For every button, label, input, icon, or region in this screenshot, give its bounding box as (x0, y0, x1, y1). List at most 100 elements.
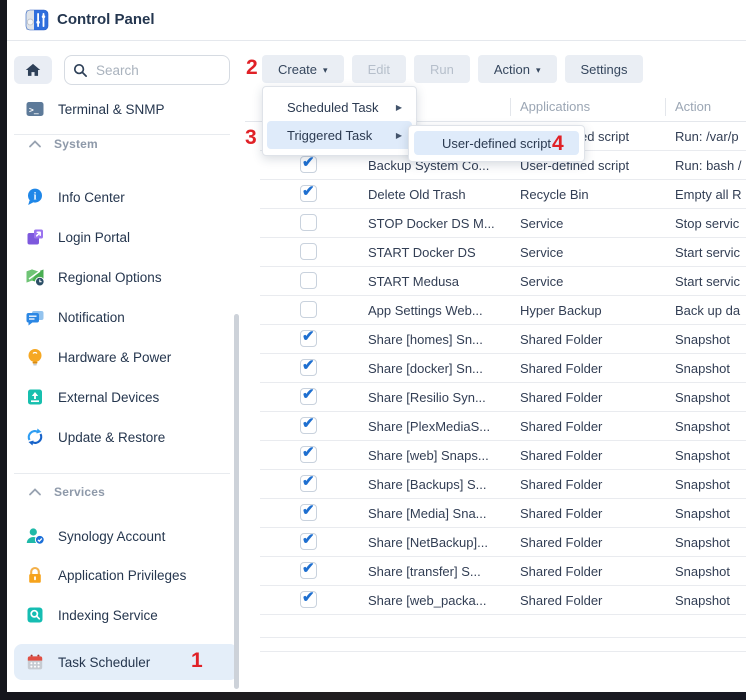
caret-down-icon: ▾ (323, 65, 328, 76)
main-panel: Create▾ Edit Run Action▾ Settings Applic… (245, 41, 746, 692)
table-row[interactable]: Share [web_packa... Shared Folder Snapsh… (245, 586, 746, 615)
run-button[interactable]: Run (414, 55, 470, 83)
column-header-applications[interactable]: Applications (520, 93, 590, 121)
table-row[interactable]: App Settings Web... Hyper Backup Back up… (245, 296, 746, 325)
sidebar-item-label: Application Privileges (58, 568, 186, 583)
sidebar-item-regional-options[interactable]: Regional Options (14, 260, 238, 294)
chevron-up-icon (28, 139, 42, 149)
cell-application: Shared Folder (520, 354, 602, 383)
title-bar: Control Panel (7, 0, 746, 41)
sidebar-scrollbar[interactable] (234, 314, 239, 689)
section-header-services[interactable]: Services (14, 483, 238, 501)
row-checkbox[interactable] (300, 156, 317, 173)
menu-item-scheduled-task[interactable]: Scheduled Task ▶ (267, 93, 412, 121)
row-checkbox[interactable] (300, 417, 317, 434)
cell-task-name: STOP Docker DS M... (368, 209, 495, 238)
sidebar-item-info-center[interactable]: i Info Center (14, 180, 238, 214)
annotation-3: 3 (245, 127, 257, 148)
row-checkbox[interactable] (300, 214, 317, 231)
row-checkbox[interactable] (300, 388, 317, 405)
table-row[interactable]: START Medusa Service Start servic (245, 267, 746, 296)
sidebar-item-notification[interactable]: Notification (14, 300, 238, 334)
table-row[interactable]: Share [transfer] S... Shared Folder Snap… (245, 557, 746, 586)
cell-action: Snapshot (675, 325, 730, 354)
home-button[interactable] (14, 56, 52, 84)
cell-application: Service (520, 209, 563, 238)
application-privileges-icon (25, 565, 45, 585)
sidebar-item-label: Login Portal (58, 230, 130, 245)
cell-application: Shared Folder (520, 557, 602, 586)
sidebar: >_ Terminal & SNMP System i Info Center … (7, 41, 246, 692)
row-checkbox[interactable] (300, 533, 317, 550)
sidebar-item-application-privileges[interactable]: Application Privileges (14, 558, 238, 592)
cell-application: Service (520, 238, 563, 267)
sidebar-item-task-scheduler[interactable]: Task Scheduler (14, 644, 238, 680)
row-checkbox[interactable] (300, 591, 317, 608)
sidebar-item-hardware-power[interactable]: Hardware & Power (14, 340, 238, 374)
annotation-1: 1 (191, 650, 203, 671)
cell-task-name: Delete Old Trash (368, 180, 466, 209)
create-button[interactable]: Create▾ (262, 55, 344, 83)
table-row[interactable]: Delete Old Trash Recycle Bin Empty all R (245, 180, 746, 209)
row-checkbox[interactable] (300, 562, 317, 579)
annotation-4: 4 (552, 133, 564, 154)
cell-application: Service (520, 267, 563, 296)
row-checkbox[interactable] (300, 446, 317, 463)
row-checkbox[interactable] (300, 475, 317, 492)
cell-application: Hyper Backup (520, 296, 602, 325)
sidebar-item-indexing-service[interactable]: Indexing Service (14, 598, 238, 632)
info-center-icon: i (25, 187, 45, 207)
cell-action: Run: /var/p (675, 122, 739, 151)
task-scheduler-icon (25, 652, 45, 672)
settings-button[interactable]: Settings (565, 55, 644, 83)
row-checkbox[interactable] (300, 272, 317, 289)
cell-task-name: Share [NetBackup]... (368, 528, 488, 557)
toolbar: Create▾ Edit Run Action▾ Settings (262, 55, 643, 83)
chevron-up-icon (28, 487, 42, 497)
menu-item-triggered-task[interactable]: Triggered Task ▶ (267, 121, 412, 149)
sidebar-item-update-restore[interactable]: Update & Restore (14, 420, 238, 454)
sidebar-item-label: Hardware & Power (58, 350, 171, 365)
table-row[interactable]: Share [docker] Sn... Shared Folder Snaps… (245, 354, 746, 383)
table-row[interactable]: Share [web] Snaps... Shared Folder Snaps… (245, 441, 746, 470)
row-checkbox[interactable] (300, 330, 317, 347)
table-row[interactable]: STOP Docker DS M... Service Stop servic (245, 209, 746, 238)
sidebar-item-external-devices[interactable]: External Devices (14, 380, 238, 414)
cell-action: Run: bash / (675, 151, 742, 180)
table-row[interactable]: Share [NetBackup]... Shared Folder Snaps… (245, 528, 746, 557)
cell-action: Start servic (675, 238, 740, 267)
cell-application: Shared Folder (520, 528, 602, 557)
table-row[interactable]: START Docker DS Service Start servic (245, 238, 746, 267)
cell-application: Shared Folder (520, 412, 602, 441)
table-row[interactable]: Share [Media] Sna... Shared Folder Snaps… (245, 499, 746, 528)
cell-action: Snapshot (675, 586, 730, 615)
sidebar-item-terminal-snmp[interactable]: >_ Terminal & SNMP (14, 92, 238, 126)
row-checkbox[interactable] (300, 504, 317, 521)
sidebar-item-login-portal[interactable]: Login Portal (14, 220, 238, 254)
row-checkbox[interactable] (300, 359, 317, 376)
table-row[interactable]: Share [Resilio Syn... Shared Folder Snap… (245, 383, 746, 412)
row-checkbox[interactable] (300, 185, 317, 202)
cell-application: Shared Folder (520, 499, 602, 528)
task-table: User-defined script Run: /var/p Backup S… (245, 122, 746, 615)
table-row[interactable]: Share [PlexMediaS... Shared Folder Snaps… (245, 412, 746, 441)
table-row[interactable]: Share [Backups] S... Shared Folder Snaps… (245, 470, 746, 499)
section-header-system[interactable]: System (14, 135, 238, 153)
column-header-action[interactable]: Action (675, 93, 711, 121)
cell-task-name: START Docker DS (368, 238, 476, 267)
hardware-power-icon (25, 347, 45, 367)
sidebar-item-label: Terminal & SNMP (58, 102, 165, 117)
sidebar-item-label: Indexing Service (58, 608, 158, 623)
table-row[interactable]: Share [homes] Sn... Shared Folder Snapsh… (245, 325, 746, 354)
row-checkbox[interactable] (300, 243, 317, 260)
action-button[interactable]: Action▾ (478, 55, 557, 83)
search-input[interactable] (94, 62, 221, 79)
row-checkbox[interactable] (300, 301, 317, 318)
cell-application: Shared Folder (520, 586, 602, 615)
edit-button[interactable]: Edit (352, 55, 406, 83)
window-title: Control Panel (57, 0, 155, 40)
cell-action: Snapshot (675, 557, 730, 586)
sidebar-item-synology-account[interactable]: Synology Account (14, 519, 238, 553)
sidebar-item-label: External Devices (58, 390, 159, 405)
column-separator (665, 98, 666, 116)
